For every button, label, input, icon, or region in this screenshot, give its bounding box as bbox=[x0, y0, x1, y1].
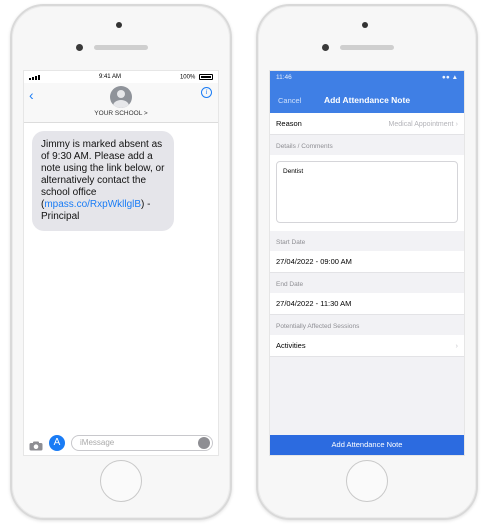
phone-attendance: 11:46 ●● ▲ Cancel Add Attendance Note Re… bbox=[256, 4, 478, 520]
info-icon[interactable]: i bbox=[201, 87, 212, 98]
app-header: 11:46 ●● ▲ Cancel Add Attendance Note bbox=[270, 71, 464, 113]
navigation-bar: Cancel Add Attendance Note bbox=[270, 94, 464, 110]
message-link[interactable]: mpass.co/RxpWkllglB bbox=[44, 199, 141, 210]
contact-name[interactable]: YOUR SCHOOL > bbox=[24, 110, 218, 117]
sensor-dot bbox=[76, 44, 83, 51]
sensor-dot bbox=[322, 44, 329, 51]
attendance-form: Reason Medical Appointment › Details / Co… bbox=[270, 113, 464, 455]
status-time: 11:46 bbox=[276, 74, 292, 81]
compose-bar: A iMessage bbox=[24, 431, 218, 455]
page-title: Add Attendance Note bbox=[323, 95, 411, 105]
sessions-section-label: Potentially Affected Sessions bbox=[276, 323, 360, 330]
reason-label: Reason bbox=[276, 119, 302, 128]
home-button[interactable] bbox=[100, 460, 142, 502]
microphone-icon[interactable] bbox=[198, 437, 210, 449]
front-camera bbox=[116, 22, 122, 28]
status-bar: 11:46 ●● ▲ bbox=[270, 71, 464, 85]
start-date-row[interactable]: 27/04/2022 - 09:00 AM bbox=[270, 251, 464, 273]
earpiece-speaker bbox=[340, 45, 394, 50]
status-time: 9:41 AM bbox=[98, 74, 121, 80]
add-attendance-note-button[interactable]: Add Attendance Note bbox=[270, 435, 464, 455]
battery-percent: 100% bbox=[179, 74, 196, 81]
message-input[interactable]: iMessage bbox=[71, 435, 213, 451]
front-camera bbox=[362, 22, 368, 28]
status-icons: ●● ▲ bbox=[441, 74, 458, 81]
details-container: Dentist bbox=[270, 155, 464, 231]
sessions-item-label: Activities bbox=[276, 341, 306, 350]
battery-icon bbox=[198, 73, 213, 80]
chevron-right-icon: › bbox=[455, 341, 459, 350]
status-bar: 9:41 AM 100% bbox=[24, 71, 218, 83]
attendance-screen: 11:46 ●● ▲ Cancel Add Attendance Note Re… bbox=[269, 70, 465, 456]
reason-value: Medical Appointment bbox=[388, 121, 454, 128]
reason-row[interactable]: Reason Medical Appointment › bbox=[270, 113, 464, 135]
end-date-value: 27/04/2022 - 11:30 AM bbox=[276, 299, 352, 308]
start-date-value: 27/04/2022 - 09:00 AM bbox=[276, 257, 352, 266]
app-store-icon[interactable]: A bbox=[49, 435, 65, 451]
contact-avatar[interactable] bbox=[110, 86, 132, 108]
messages-screen: 9:41 AM 100% ‹ YOUR SCHOOL > i Jimmy is … bbox=[23, 70, 219, 456]
camera-icon[interactable] bbox=[29, 438, 43, 451]
phone-messages: 9:41 AM 100% ‹ YOUR SCHOOL > i Jimmy is … bbox=[10, 4, 232, 520]
sessions-row-activities[interactable]: Activities › bbox=[270, 335, 464, 357]
message-bubble: Jimmy is marked absent as of 9:30 AM. Pl… bbox=[32, 131, 174, 231]
end-date-row[interactable]: 27/04/2022 - 11:30 AM bbox=[270, 293, 464, 315]
home-button[interactable] bbox=[346, 460, 388, 502]
earpiece-speaker bbox=[94, 45, 148, 50]
battery-status: 100% bbox=[179, 73, 213, 81]
end-date-label: End Date bbox=[276, 281, 304, 288]
message-input-placeholder: iMessage bbox=[80, 438, 115, 447]
details-section-label: Details / Comments bbox=[276, 143, 333, 150]
start-date-label: Start Date bbox=[276, 239, 306, 246]
conversation-header: ‹ YOUR SCHOOL > i bbox=[24, 83, 218, 123]
details-textarea[interactable]: Dentist bbox=[276, 161, 458, 223]
back-chevron-icon[interactable]: ‹ bbox=[29, 87, 34, 103]
signal-icon bbox=[29, 74, 40, 80]
chevron-right-icon: › bbox=[455, 119, 459, 128]
